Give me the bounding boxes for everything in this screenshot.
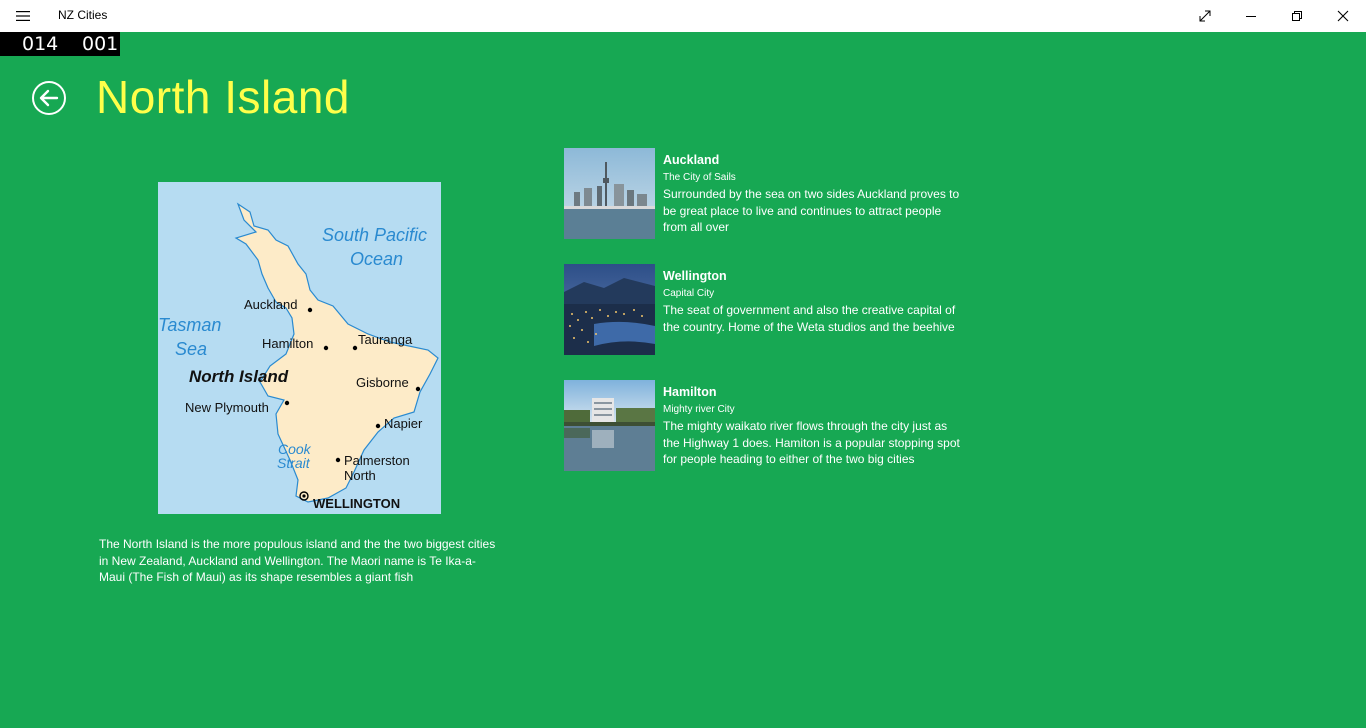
close-icon bbox=[1337, 10, 1349, 22]
city-thumbnail bbox=[564, 380, 655, 471]
hamburger-icon bbox=[16, 11, 30, 21]
city-name: Auckland bbox=[663, 153, 720, 167]
hamilton-photo bbox=[564, 380, 655, 471]
counter-value-a: 014 bbox=[22, 33, 59, 55]
back-arrow-icon bbox=[32, 81, 66, 115]
page-title: North Island bbox=[96, 71, 351, 123]
label-new-plymouth: New Plymouth bbox=[185, 400, 269, 415]
city-name: Wellington bbox=[663, 269, 727, 283]
city-tagline: The City of Sails bbox=[663, 172, 736, 183]
fullscreen-button[interactable] bbox=[1182, 0, 1228, 32]
label-tauranga: Tauranga bbox=[358, 332, 413, 347]
minimize-button[interactable] bbox=[1228, 0, 1274, 32]
label-hamilton: Hamilton bbox=[262, 336, 313, 351]
frame-counter: 014 001 bbox=[0, 32, 120, 56]
back-button[interactable] bbox=[31, 80, 67, 116]
label-strait: Strait bbox=[277, 455, 311, 471]
city-name: Hamilton bbox=[663, 385, 717, 399]
city-description: The mighty waikato river flows through t… bbox=[663, 419, 960, 466]
wellington-photo bbox=[564, 264, 655, 355]
city-tagline: Mighty river City bbox=[663, 404, 735, 415]
label-napier: Napier bbox=[384, 416, 423, 431]
label-north: North bbox=[344, 468, 376, 483]
restore-icon bbox=[1292, 11, 1302, 21]
hamburger-menu-button[interactable] bbox=[0, 0, 46, 32]
label-north-island: North Island bbox=[189, 367, 289, 386]
city-item-wellington[interactable]: Wellington Capital City The seat of gove… bbox=[564, 264, 964, 356]
city-description: The seat of government and also the crea… bbox=[663, 303, 956, 334]
minimize-icon bbox=[1246, 16, 1256, 17]
city-thumbnail bbox=[564, 264, 655, 355]
north-island-map: South Pacific Ocean Tasman Sea Auckland … bbox=[158, 182, 441, 514]
label-palmerston: Palmerston bbox=[344, 453, 410, 468]
restore-button[interactable] bbox=[1274, 0, 1320, 32]
counter-value-b: 001 bbox=[82, 33, 119, 55]
island-description: The North Island is the more populous is… bbox=[99, 537, 496, 584]
close-button[interactable] bbox=[1320, 0, 1366, 32]
fullscreen-icon bbox=[1199, 10, 1211, 22]
title-bar: NZ Cities bbox=[0, 0, 1366, 32]
map-image: South Pacific Ocean Tasman Sea Auckland … bbox=[158, 182, 441, 514]
label-south-pacific: South Pacific bbox=[322, 225, 427, 245]
label-sea: Sea bbox=[175, 339, 207, 359]
window-title: NZ Cities bbox=[58, 8, 108, 22]
city-description: Surrounded by the sea on two sides Auckl… bbox=[663, 187, 960, 234]
label-gisborne: Gisborne bbox=[356, 375, 409, 390]
city-item-auckland[interactable]: Auckland The City of Sails Surrounded by… bbox=[564, 148, 964, 240]
label-ocean: Ocean bbox=[350, 249, 403, 269]
auckland-photo bbox=[564, 148, 655, 239]
label-wellington: WELLINGTON bbox=[313, 496, 400, 511]
label-auckland: Auckland bbox=[244, 297, 297, 312]
label-tasman: Tasman bbox=[158, 315, 221, 335]
city-tagline: Capital City bbox=[663, 288, 715, 299]
city-thumbnail bbox=[564, 148, 655, 239]
city-item-hamilton[interactable]: Hamilton Mighty river City The mighty wa… bbox=[564, 380, 964, 472]
